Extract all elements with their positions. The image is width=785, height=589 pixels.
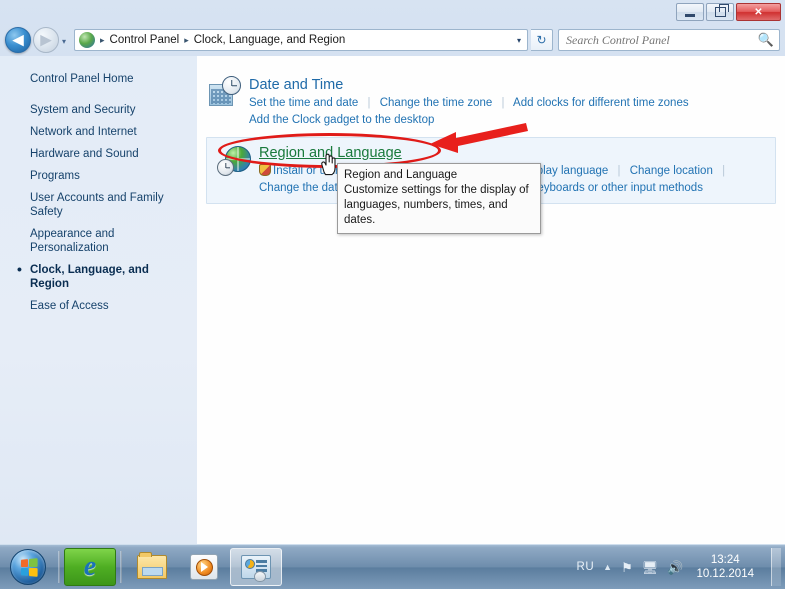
taskbar-divider <box>58 551 60 583</box>
link-set-the-time-and-date[interactable]: Set the time and date <box>249 97 358 109</box>
volume-icon[interactable]: 🔊 <box>667 561 683 574</box>
taskbar: e RU ▲ ⚑ 🖥 🔊 13:24 10.12.2014 <box>0 544 785 589</box>
clock-calendar-icon <box>207 76 241 110</box>
link-add-clocks-for-different-time-zones[interactable]: Add clocks for different time zones <box>513 97 689 109</box>
link-change-location[interactable]: Change location <box>630 165 713 177</box>
refresh-icon: ↻ <box>536 33 547 47</box>
maximize-button[interactable] <box>706 3 734 21</box>
tooltip-body: Customize settings for the display of la… <box>344 184 529 226</box>
clock-and-date[interactable]: 13:24 10.12.2014 <box>692 553 758 581</box>
media-player-icon <box>190 554 218 580</box>
search-icon: 🔍 <box>757 32 774 47</box>
breadcrumb-item-clock-language-region[interactable]: Clock, Language, and Region <box>192 34 348 46</box>
action-center-flag-icon[interactable]: ⚑ <box>621 561 633 574</box>
main-panel: Date and Time Set the time and date | Ch… <box>197 56 785 545</box>
window-controls: ✕ <box>676 3 781 21</box>
restore-icon <box>714 4 729 17</box>
sidebar-item-ease-of-access[interactable]: Ease of Access <box>0 295 197 317</box>
category-date-and-time: Date and Time Set the time and date | Ch… <box>197 70 785 135</box>
link-change-the-time-zone[interactable]: Change the time zone <box>380 97 493 109</box>
minimize-button[interactable] <box>676 3 704 21</box>
folder-icon <box>137 552 167 579</box>
category-links-row-1: Set the time and date | Change the time … <box>249 95 775 112</box>
close-button[interactable]: ✕ <box>736 3 781 21</box>
recent-pages-dropdown-icon[interactable]: ▾ <box>62 37 66 46</box>
windows-logo-icon <box>10 549 46 585</box>
sidebar-item-user-accounts-and-family-safety[interactable]: User Accounts and Family Safety <box>0 187 197 223</box>
tray-date: 10.12.2014 <box>696 568 754 580</box>
category-links-row-2: Add the Clock gadget to the desktop <box>249 112 775 129</box>
search-box[interactable]: 🔍 <box>558 29 780 51</box>
control-panel-icon <box>241 555 271 582</box>
control-panel-window: ✕ ◀ ▶ ▾ ▸ Control Panel ▸ Clock, Languag… <box>0 0 785 545</box>
tooltip-title: Region and Language <box>344 169 458 181</box>
sidebar-item-appearance-and-personalization[interactable]: Appearance and Personalization <box>0 223 197 259</box>
tooltip: Region and Language Customize settings f… <box>337 163 541 234</box>
sidebar-item-system-and-security[interactable]: System and Security <box>0 99 197 121</box>
back-arrow-icon: ◀ <box>12 30 24 49</box>
show-desktop-button[interactable] <box>771 548 781 586</box>
search-input[interactable] <box>564 31 758 49</box>
link-separator: | <box>501 97 505 109</box>
taskbar-item-internet-explorer[interactable]: e <box>64 548 116 586</box>
start-button[interactable] <box>2 547 54 587</box>
address-bar[interactable]: ▸ Control Panel ▸ Clock, Language, and R… <box>74 29 528 51</box>
link-separator: | <box>722 165 726 177</box>
network-icon[interactable]: 🖥 <box>642 561 659 574</box>
minimize-icon <box>685 13 695 17</box>
taskbar-divider <box>120 551 122 583</box>
close-icon: ✕ <box>754 6 763 18</box>
forward-arrow-icon: ▶ <box>40 30 52 49</box>
breadcrumb-item-control-panel[interactable]: Control Panel <box>108 34 182 46</box>
taskbar-item-windows-explorer[interactable] <box>126 548 178 586</box>
refresh-button[interactable]: ↻ <box>531 29 553 51</box>
breadcrumb-separator-0: ▸ <box>100 34 105 45</box>
internet-explorer-icon: e <box>83 551 97 582</box>
window-content: Control Panel Home System and Security N… <box>0 56 785 545</box>
system-tray: RU ▲ ⚑ 🖥 🔊 13:24 10.12.2014 <box>577 548 785 586</box>
shield-icon <box>259 164 271 176</box>
sidebar: Control Panel Home System and Security N… <box>0 56 197 545</box>
address-dropdown-icon[interactable]: ▾ <box>517 36 525 45</box>
sidebar-item-hardware-and-sound[interactable]: Hardware and Sound <box>0 143 197 165</box>
taskbar-item-control-panel[interactable] <box>230 548 282 586</box>
show-hidden-icons-icon[interactable]: ▲ <box>603 562 612 572</box>
link-add-the-clock-gadget-to-the-desktop[interactable]: Add the Clock gadget to the desktop <box>249 114 434 126</box>
tray-language-indicator[interactable]: RU <box>577 561 595 573</box>
forward-button[interactable]: ▶ <box>33 27 59 53</box>
category-title-region-and-language[interactable]: Region and Language <box>259 144 765 162</box>
sidebar-item-network-and-internet[interactable]: Network and Internet <box>0 121 197 143</box>
back-button[interactable]: ◀ <box>5 27 31 53</box>
taskbar-item-windows-media-player[interactable] <box>178 548 230 586</box>
navigation-bar: ◀ ▶ ▾ ▸ Control Panel ▸ Clock, Language,… <box>0 24 785 56</box>
sidebar-item-programs[interactable]: Programs <box>0 165 197 187</box>
breadcrumb-separator-1: ▸ <box>184 34 189 45</box>
globe-clock-icon <box>217 144 251 178</box>
window-titlebar: ✕ <box>0 0 785 24</box>
control-panel-icon <box>79 32 95 48</box>
link-separator: | <box>367 97 371 109</box>
category-title-date-and-time[interactable]: Date and Time <box>249 76 775 94</box>
tray-time: 13:24 <box>710 554 740 566</box>
link-separator: | <box>617 165 621 177</box>
sidebar-item-control-panel-home[interactable]: Control Panel Home <box>0 68 197 90</box>
sidebar-item-clock-language-and-region[interactable]: Clock, Language, and Region <box>0 259 197 295</box>
